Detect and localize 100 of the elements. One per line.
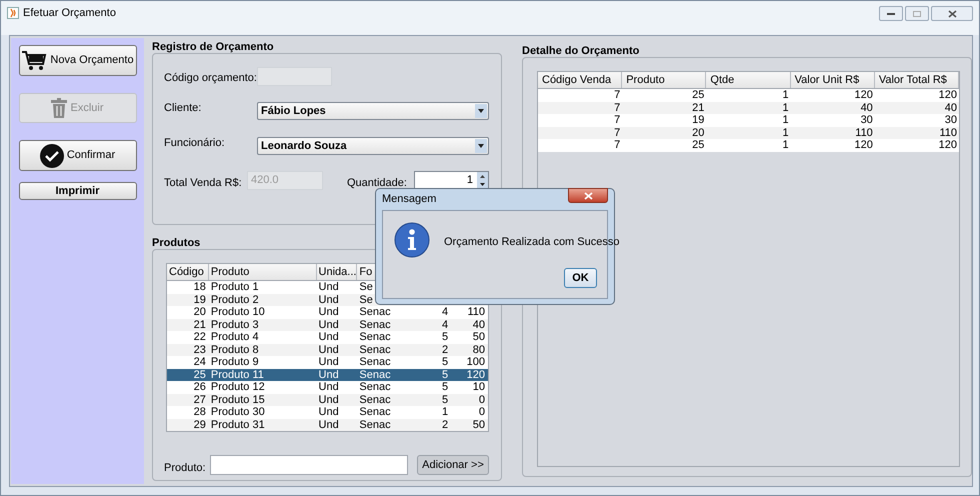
spinner-up-icon[interactable]: [480, 174, 485, 178]
table-cell: 30: [860, 114, 873, 126]
table-cell: Senac: [359, 394, 391, 406]
field-label: Quantidade:: [347, 176, 407, 191]
table-cell: 1: [782, 102, 789, 114]
table-cell: 21: [194, 318, 206, 330]
table-cell: 110: [467, 306, 485, 318]
column-header: Código Venda: [538, 72, 622, 88]
table-row[interactable]: 27 Produto 15 Und Senac 5 0: [167, 394, 488, 406]
dropdown[interactable]: Leonardo Souza: [257, 137, 489, 155]
input-field[interactable]: [210, 455, 408, 475]
table-cell: Produto 12: [210, 381, 265, 393]
table-cell: 40: [472, 318, 485, 330]
table-cell: Und: [318, 368, 339, 380]
table-cell: Produto 8: [210, 344, 259, 356]
field-label: Cliente:: [164, 101, 202, 116]
table-row[interactable]: 21 Produto 3 Und Senac 4 40: [167, 318, 488, 331]
close-icon: [948, 10, 956, 18]
sidebar-button[interactable]: Confirmar: [18, 140, 136, 171]
table-cell: 20: [194, 306, 206, 318]
dropdown[interactable]: Fábio Lopes: [257, 102, 489, 120]
table-cell: 7: [614, 139, 620, 151]
info-icon: [394, 222, 430, 258]
column-header: Valor Total R$: [874, 72, 960, 88]
table-cell: 40: [860, 102, 873, 114]
table-cell: Senac: [359, 368, 391, 380]
table-cell: Se: [359, 281, 373, 293]
table-cell: Senac: [359, 406, 391, 418]
table-cell: 120: [854, 139, 873, 151]
table-cell: 30: [944, 114, 958, 126]
table-cell: Und: [318, 394, 339, 406]
table-cell: Senac: [359, 344, 391, 356]
table-cell: 80: [472, 344, 485, 356]
table-cell: 5: [442, 331, 448, 343]
table-cell: Senac: [359, 381, 391, 393]
table-cell: 20: [692, 126, 704, 138]
column-header: Código: [167, 264, 209, 280]
dialog-message: Orçamento Realizada com Sucesso: [444, 235, 620, 250]
table-cell: 19: [194, 294, 206, 306]
table-cell: 1: [782, 126, 789, 138]
table-cell: Und: [318, 331, 339, 343]
table-cell: 7: [614, 102, 620, 114]
app-icon: [7, 7, 19, 19]
table-cell: 2: [442, 344, 448, 356]
field-label: Funcionário:: [164, 136, 225, 151]
cart-icon: [21, 50, 48, 72]
table-row[interactable]: 29 Produto 31 Und Senac 2 50: [167, 418, 488, 431]
table-cell: 5: [442, 356, 448, 368]
table-cell: Produto 10: [210, 306, 265, 318]
table-cell: 24: [194, 356, 206, 368]
table-cell: 7: [614, 114, 620, 126]
table-cell: 40: [944, 102, 958, 114]
table-cell: Se: [359, 294, 373, 306]
table-cell: 10: [472, 381, 485, 393]
column-header: Produto: [208, 264, 317, 280]
table-cell: Senac: [359, 356, 391, 368]
table-cell: 4: [442, 306, 448, 318]
table-row[interactable]: 23 Produto 8 Und Senac 2 80: [167, 344, 488, 356]
close-icon: [584, 192, 592, 200]
table-cell: Produto 9: [210, 356, 259, 368]
table-cell: 7: [614, 126, 620, 138]
table-cell: 120: [938, 139, 958, 151]
table-cell: Produto 15: [210, 394, 265, 406]
window-title: Efetuar Orçamento: [23, 6, 116, 20]
table-cell: 2: [442, 418, 448, 430]
table-cell: Senac: [359, 306, 391, 318]
ok-button[interactable]: OK: [564, 268, 597, 288]
table-cell: 0: [478, 394, 485, 406]
table-cell: Senac: [359, 331, 391, 343]
table-cell: Senac: [359, 418, 391, 430]
table-cell: Produto 2: [210, 294, 259, 306]
close-button[interactable]: [568, 188, 608, 203]
table-cell: Und: [318, 406, 339, 418]
table-cell: Produto 3: [210, 318, 259, 330]
table-cell: 25: [692, 139, 704, 151]
sidebar-button[interactable]: Imprimir: [18, 182, 136, 200]
dialog-title: Mensagem: [382, 192, 436, 208]
table-cell: 120: [938, 89, 958, 101]
table-cell: 25: [692, 89, 704, 101]
table-cell: 23: [194, 344, 206, 356]
table-cell: 1: [782, 89, 789, 101]
minimize-button[interactable]: [879, 6, 903, 21]
table-cell: 1: [442, 406, 448, 418]
sidebar-button[interactable]: Nova Orçamento: [18, 45, 136, 76]
table-cell: Senac: [359, 318, 391, 330]
table-cell: Und: [318, 318, 339, 330]
table-cell: Produto 4: [210, 331, 259, 343]
add-button[interactable]: Adicionar >>: [417, 455, 489, 475]
table-cell: 110: [939, 126, 958, 138]
table-cell: 5: [442, 381, 448, 393]
table-row[interactable]: 25 Produto 11 Und Senac 5 120: [167, 368, 488, 381]
dropdown-arrow-icon: [478, 109, 484, 113]
table-cell: 4: [442, 318, 448, 330]
table-cell: Produto 31: [210, 418, 265, 430]
minimize-icon: [887, 12, 895, 14]
close-button[interactable]: [931, 6, 973, 21]
table-cell: 26: [194, 381, 206, 393]
table-cell: Produto 30: [210, 406, 265, 418]
table-cell: 27: [194, 394, 206, 406]
table-cell: Produto 1: [210, 281, 259, 293]
